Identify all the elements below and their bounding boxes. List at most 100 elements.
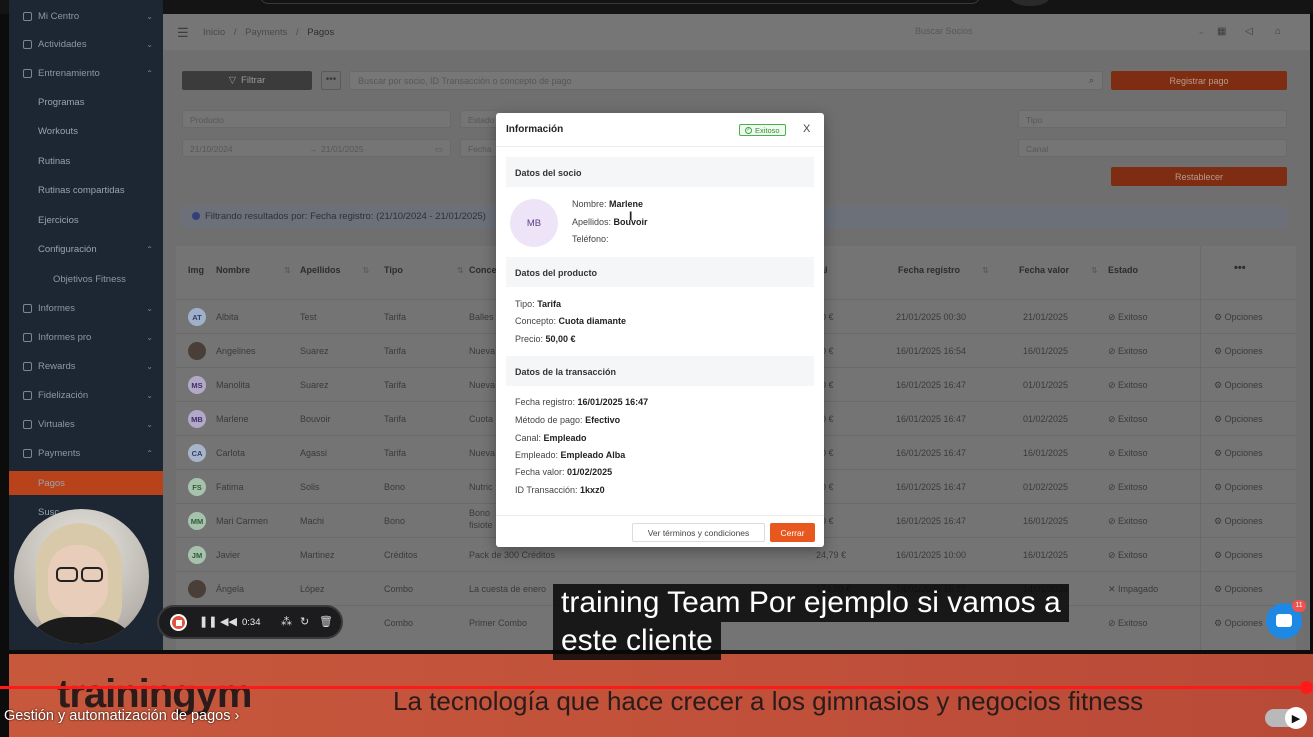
chapter-title[interactable]: Gestión y automatización de pagos › — [4, 708, 239, 724]
avatar: MM — [188, 512, 206, 530]
chevron-down-icon: ⌄ — [1197, 26, 1205, 36]
progress-scrubber[interactable] — [1300, 681, 1313, 694]
date-range-picker[interactable]: 21/10/2024 → 21/01/2025 ▭ — [182, 139, 451, 157]
stop-recording-button[interactable] — [170, 614, 187, 631]
canal-select[interactable]: Canal — [1018, 139, 1287, 157]
breadcrumb-payments[interactable]: Payments — [245, 27, 287, 38]
transaccion-metodo-pago: Método de pago: Efectivo — [515, 415, 621, 425]
register-payment-button[interactable]: Registrar pago — [1111, 71, 1287, 90]
sidebar-item-virtuales[interactable]: Virtuales ⌄ — [9, 413, 163, 435]
sidebar-item-mi-centro[interactable]: Mi Centro ⌄ — [9, 5, 163, 27]
gear-icon: ⚙ — [1214, 346, 1225, 356]
cell-opciones[interactable]: ⚙ Opciones — [1214, 584, 1263, 595]
chevron-right-icon: › — [234, 708, 240, 724]
heart-icon — [23, 390, 32, 400]
avatar: MB — [188, 410, 206, 428]
hamburger-menu-icon[interactable]: ☰ — [177, 25, 189, 41]
cell-tipo: Tarifa — [384, 448, 407, 458]
sidebar-item-objetivos-fitness[interactable]: Objetivos Fitness — [9, 268, 163, 290]
card-icon — [23, 448, 32, 458]
filter-button[interactable]: ▽ Filtrar — [182, 71, 312, 90]
col-header-nombre[interactable]: Nombre ⇅ — [216, 265, 291, 275]
column-options-icon[interactable]: ••• — [1234, 262, 1246, 274]
sidebar-item-payments[interactable]: Payments ⌃ — [9, 442, 163, 464]
fecha-select[interactable]: Fecha — [460, 139, 500, 157]
producto-concepto: Concepto: Cuota diamante — [515, 316, 627, 326]
gear-icon: ⚙ — [1214, 618, 1225, 628]
sidebar-item-rewards[interactable]: Rewards ⌄ — [9, 355, 163, 377]
col-header-fecha-registro[interactable]: Fecha registro ⇅ — [898, 265, 989, 275]
sidebar-item-rutinas-compartidas[interactable]: Rutinas compartidas — [9, 179, 163, 201]
cell-opciones[interactable]: ⚙ Opciones — [1214, 482, 1263, 493]
cell-opciones[interactable]: ⚙ Opciones — [1214, 380, 1263, 391]
check-circle-icon: ⊘ — [1108, 312, 1119, 322]
grid-icon[interactable]: ▦ — [1217, 26, 1226, 37]
socio-nombre: Nombre: Marlene — [572, 199, 644, 209]
col-header-apellidos[interactable]: Apellidos ⇅ — [300, 265, 369, 275]
close-icon[interactable]: X — [803, 123, 810, 135]
megaphone-icon[interactable]: ◁ — [1245, 26, 1253, 37]
terms-button[interactable]: Ver términos y condiciones — [632, 523, 765, 542]
producto-select[interactable]: Producto — [182, 110, 451, 128]
rewind-icon[interactable]: ◀◀ — [220, 615, 237, 628]
cell-opciones[interactable]: ⚙ Opciones — [1214, 448, 1263, 459]
chevron-down-icon: ⌄ — [146, 390, 153, 400]
cell-opciones[interactable]: ⚙ Opciones — [1214, 550, 1263, 561]
payment-info-modal: Información ✓ Exitoso X Datos del socio M… — [496, 113, 824, 547]
tipo-select[interactable]: Tipo — [1018, 110, 1287, 128]
col-header-estado[interactable]: Estado — [1108, 265, 1138, 275]
sidebar-item-actividades[interactable]: Actividades ⌄ — [9, 33, 163, 55]
search-icon: ⌕ — [1088, 75, 1094, 85]
video-progress-bar[interactable] — [0, 681, 1313, 694]
sidebar-item-rutinas[interactable]: Rutinas — [9, 150, 163, 172]
sidebar-item-ejercicios[interactable]: Ejercicios — [9, 209, 163, 231]
header-search-select[interactable]: Buscar Socios ⌄ — [915, 26, 1205, 36]
sidebar-item-configuracion[interactable]: Configuración ⌃ — [9, 238, 163, 260]
pause-icon[interactable]: ❚❚ — [199, 615, 217, 628]
cell-opciones[interactable]: ⚙ Opciones — [1214, 516, 1263, 527]
more-options-button[interactable]: ••• — [321, 71, 341, 90]
check-circle-icon: ⊘ — [1108, 482, 1119, 492]
cell-nombre: Manolita — [216, 380, 251, 390]
webcam-bubble — [14, 509, 149, 644]
grid-icon[interactable]: ⁂ — [281, 615, 292, 628]
col-header-tipo[interactable]: Tipo ⇅ — [384, 265, 464, 275]
close-button[interactable]: Cerrar — [770, 523, 815, 542]
trash-icon[interactable]: 🗑 — [319, 615, 333, 628]
sort-icon: ⇅ — [982, 266, 989, 275]
cell-opciones[interactable]: ⚙ Opciones — [1214, 312, 1263, 323]
sidebar-item-programas[interactable]: Programas — [9, 91, 163, 113]
avatar: JM — [188, 546, 206, 564]
home-icon — [23, 11, 32, 21]
reset-filters-button[interactable]: Restablecer — [1111, 167, 1287, 186]
col-header-fecha-valor[interactable]: Fecha valor ⇅ — [1019, 265, 1098, 275]
autoplay-toggle[interactable]: ▶ — [1265, 707, 1307, 729]
cell-opciones[interactable]: ⚙ Opciones — [1214, 618, 1263, 629]
cell-opciones[interactable]: ⚙ Opciones — [1214, 346, 1263, 357]
breadcrumb-inicio[interactable]: Inicio — [203, 27, 225, 38]
sidebar-item-pagos[interactable]: Pagos — [9, 471, 163, 495]
top-header: ☰ Inicio / Payments / Pagos Buscar Socio… — [163, 14, 1310, 50]
socio-apellidos: Apellidos: Bouvoir — [572, 217, 648, 227]
sidebar-item-workouts[interactable]: Workouts — [9, 120, 163, 142]
chat-widget-button[interactable]: 11 — [1266, 600, 1306, 639]
sidebar-item-informes[interactable]: Informes ⌄ — [9, 297, 163, 319]
restart-icon[interactable]: ↻ — [300, 615, 309, 628]
avatar: AT — [188, 308, 206, 326]
col-header-img: Img — [188, 265, 205, 275]
sidebar-item-entrenamiento[interactable]: Entrenamiento ⌃ — [9, 62, 163, 84]
payments-search-input[interactable]: Buscar por socio, ID Transacción o conce… — [349, 71, 1103, 90]
cell-estado: ⊘ Exitoso — [1108, 312, 1148, 322]
cell-tipo: Créditos — [384, 550, 418, 560]
sidebar-item-fidelizacion[interactable]: Fidelización ⌄ — [9, 384, 163, 406]
col-header-concepto[interactable]: Conce — [469, 265, 497, 275]
producto-precio: Precio: 50,00 € — [515, 334, 576, 344]
cell-opciones[interactable]: ⚙ Opciones — [1214, 414, 1263, 425]
estado-select[interactable]: Estado — [460, 110, 500, 128]
transaccion-empleado: Empleado: Empleado Alba — [515, 450, 626, 460]
sidebar-item-informes-pro[interactable]: Informes pro ⌄ — [9, 326, 163, 348]
transaccion-fecha-registro: Fecha registro: 16/01/2025 16:47 — [515, 397, 649, 407]
check-circle-icon: ⊘ — [1108, 448, 1119, 458]
home-icon[interactable]: ⌂ — [1275, 26, 1281, 37]
address-bar-edge — [260, 0, 980, 4]
